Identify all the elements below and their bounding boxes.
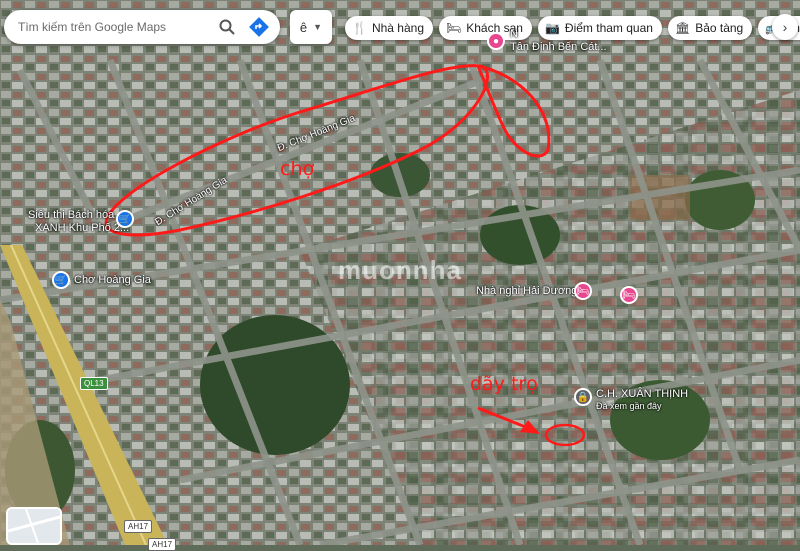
- highway-shield-ah17-a: AH17: [124, 520, 153, 533]
- camera-icon: 📷: [544, 21, 560, 35]
- chip-hotels[interactable]: 🛏 Khách sạn: [439, 16, 532, 40]
- chip-label: Bảo tàng: [695, 21, 744, 35]
- chip-label: Nhà hàng: [371, 21, 424, 35]
- shopping-cart-icon: 🛒: [54, 274, 68, 286]
- layer-thumbnail[interactable]: [6, 507, 62, 545]
- place-label-top-2[interactable]: Tân Định Bến Cát...: [510, 41, 607, 53]
- guesthouse-label[interactable]: Nhà nghỉ Hải Dương: [476, 285, 577, 297]
- shopping-cart-icon: 🛒: [118, 213, 132, 225]
- supermarket-label-1[interactable]: Siêu thị Bách hóa: [28, 209, 114, 221]
- directions-icon[interactable]: [248, 16, 270, 38]
- input-tools-button[interactable]: ê ▼: [290, 10, 332, 44]
- bed-icon: 🛏: [576, 285, 590, 297]
- chevron-down-icon: ▼: [313, 22, 323, 32]
- chip-restaurants[interactable]: 🍴 Nhà hàng: [345, 16, 433, 40]
- shop-label[interactable]: C.H. XUÂN THỊNH: [596, 388, 688, 400]
- hotel-pin[interactable]: 🛏: [620, 286, 638, 304]
- category-chips: 🍴 Nhà hàng 🛏 Khách sạn 📷 Điểm tham quan …: [345, 16, 800, 40]
- supermarket-pin[interactable]: 🛒: [116, 210, 134, 228]
- watermark: muonnha: [338, 255, 462, 285]
- restaurant-icon: 🍴: [352, 21, 367, 35]
- place-pin-top[interactable]: ●: [487, 32, 505, 50]
- bed-icon: 🛏: [622, 289, 636, 301]
- shop-pin[interactable]: 🔒: [574, 388, 592, 406]
- place-label-top-1[interactable]: N: [510, 28, 518, 40]
- chip-museums[interactable]: 🏛 Bảo tàng: [667, 16, 753, 40]
- hotel-icon: 🛏: [446, 21, 462, 35]
- chevron-right-icon: ›: [782, 19, 788, 35]
- search-icon[interactable]: [216, 16, 238, 38]
- chip-label: Điểm tham quan: [564, 21, 653, 35]
- shop-note: Đã xem gần đây: [596, 401, 662, 411]
- market-pin[interactable]: 🛒: [52, 271, 70, 289]
- guesthouse-pin[interactable]: 🛏: [574, 282, 592, 300]
- supermarket-label-2[interactable]: XANH Khu Phố 2...: [35, 222, 129, 234]
- lock-icon: 🔒: [576, 391, 590, 403]
- language-label: ê: [299, 19, 308, 35]
- highway-shield-ql13: QL13: [80, 377, 108, 390]
- chip-attractions[interactable]: 📷 Điểm tham quan: [537, 16, 662, 40]
- search-input[interactable]: Tìm kiếm trên Google Maps: [18, 20, 216, 34]
- map-layer-icon: [8, 509, 60, 543]
- place-icon: ●: [492, 35, 500, 47]
- search-bar[interactable]: Tìm kiếm trên Google Maps: [4, 10, 280, 44]
- chips-scroll-right-button[interactable]: ›: [772, 14, 798, 40]
- museum-icon: 🏛: [674, 21, 691, 35]
- market-label[interactable]: Chợ Hoàng Gia: [74, 274, 151, 286]
- market-note: chợ: [280, 158, 315, 180]
- room-note: dãy trọ: [470, 373, 538, 395]
